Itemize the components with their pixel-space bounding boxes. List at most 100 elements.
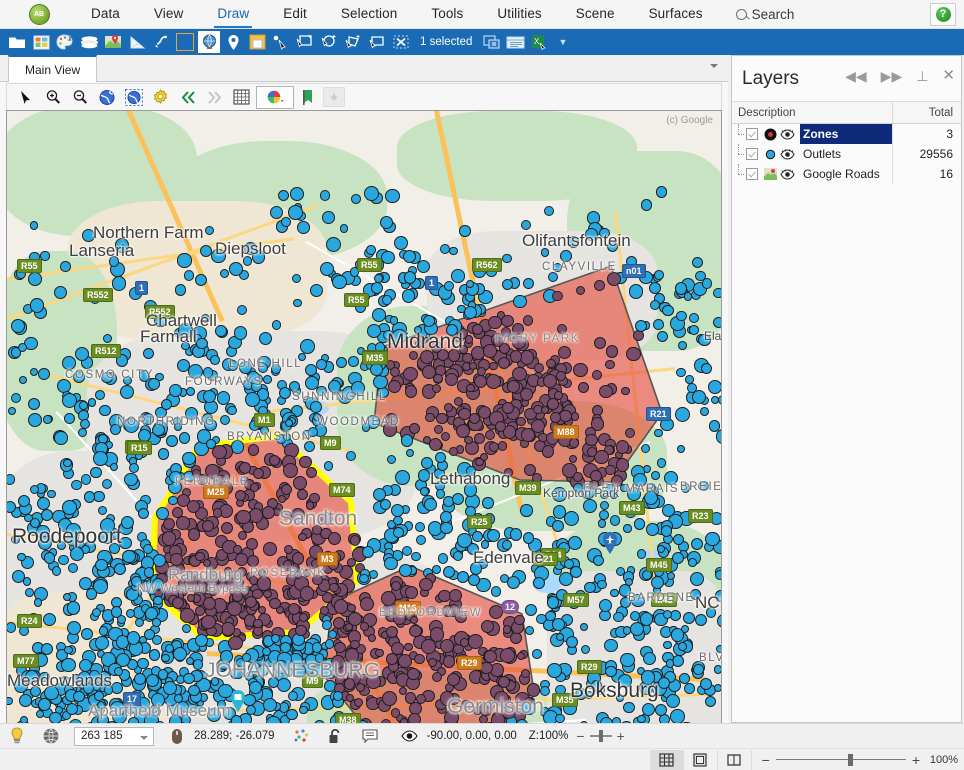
outlet-point[interactable] — [550, 412, 561, 423]
outlet-point[interactable] — [546, 663, 562, 679]
outlet-point[interactable] — [61, 356, 76, 370]
outlet-point[interactable] — [10, 318, 25, 333]
outlet-point[interactable] — [17, 553, 26, 562]
outlet-point[interactable] — [79, 401, 88, 410]
outlet-point[interactable] — [449, 247, 458, 256]
outlet-point[interactable] — [573, 362, 588, 377]
outlet-point[interactable] — [449, 447, 458, 456]
outlet-point[interactable] — [269, 205, 283, 219]
outlet-point[interactable] — [390, 581, 401, 592]
outlet-point[interactable] — [71, 479, 82, 491]
outlet-point[interactable] — [386, 653, 398, 665]
outlet-point[interactable] — [409, 624, 422, 637]
outlet-point[interactable] — [58, 554, 69, 566]
outlet-point[interactable] — [145, 607, 158, 620]
outlet-point[interactable] — [420, 456, 433, 469]
outlet-point[interactable] — [637, 714, 646, 723]
outlet-point[interactable] — [597, 519, 607, 528]
outlet-point[interactable] — [333, 641, 346, 654]
outlet-point[interactable] — [670, 709, 685, 725]
outlet-point[interactable] — [472, 531, 483, 542]
outlet-point[interactable] — [666, 693, 681, 708]
outlet-point[interactable] — [209, 355, 220, 366]
outlet-point[interactable] — [586, 446, 598, 457]
outlet-point[interactable] — [53, 286, 67, 300]
outlet-point[interactable] — [235, 509, 251, 525]
outlet-point[interactable] — [432, 383, 441, 393]
outlet-point[interactable] — [283, 462, 299, 478]
outlet-point[interactable] — [605, 345, 619, 358]
outlet-point[interactable] — [238, 461, 251, 474]
outlet-point[interactable] — [522, 278, 534, 290]
outlet-point[interactable] — [545, 358, 556, 369]
outlet-point[interactable] — [60, 260, 71, 272]
collapse-right-icon[interactable]: ▶▶ — [881, 69, 903, 83]
outlet-point[interactable] — [19, 693, 32, 707]
outlet-point[interactable] — [440, 511, 453, 523]
globe-icon[interactable] — [198, 31, 220, 53]
outlet-point[interactable] — [319, 190, 331, 201]
measure-triangle-icon[interactable] — [126, 31, 148, 53]
outlet-point[interactable] — [677, 340, 687, 350]
grid-view-icon[interactable] — [649, 749, 684, 770]
outlet-point[interactable] — [597, 579, 607, 590]
select-polygon-icon[interactable] — [342, 31, 364, 53]
outlet-point[interactable] — [233, 326, 248, 340]
outlet-point[interactable] — [482, 497, 494, 509]
outlet-point[interactable] — [488, 315, 502, 330]
outlet-point[interactable] — [298, 612, 308, 622]
outlet-point[interactable] — [411, 551, 421, 562]
outlet-point[interactable] — [67, 562, 78, 573]
detail-view-icon[interactable] — [684, 749, 718, 770]
layer-eye-icon[interactable] — [778, 127, 796, 141]
bottom-zoom-track[interactable] — [775, 753, 906, 766]
lightbulb-icon[interactable] — [0, 727, 34, 745]
outlet-point[interactable] — [33, 598, 42, 607]
menu-tools[interactable]: Tools — [414, 2, 480, 27]
outlet-point[interactable] — [381, 590, 397, 606]
route-curve-icon[interactable] — [150, 31, 172, 53]
outlet-point[interactable] — [541, 445, 555, 458]
annotation-icon[interactable] — [353, 728, 387, 744]
map-canvas[interactable]: R55R552R552R512R55R562n0111R55M39M1R21M8… — [6, 110, 722, 760]
outlet-point[interactable] — [212, 444, 227, 460]
menu-view[interactable]: View — [137, 2, 200, 27]
outlet-point[interactable] — [162, 531, 177, 546]
outlet-point[interactable] — [583, 499, 597, 514]
outlet-point[interactable] — [609, 515, 621, 526]
outlet-point[interactable] — [228, 635, 243, 651]
help-button[interactable]: ? — [930, 3, 956, 26]
outlet-point[interactable] — [177, 253, 192, 268]
outlet-point[interactable] — [263, 374, 273, 384]
outlet-point[interactable] — [7, 622, 17, 633]
outlet-point[interactable] — [249, 482, 259, 492]
outlet-point[interactable] — [339, 224, 349, 233]
outlet-point[interactable] — [390, 708, 401, 718]
collapse-left-icon[interactable]: ◀◀ — [845, 69, 867, 83]
outlet-point[interactable] — [585, 433, 598, 446]
outlet-point[interactable] — [38, 368, 51, 381]
outlet-point[interactable] — [543, 373, 558, 388]
points-icon[interactable] — [285, 729, 319, 743]
layer-row-outlets[interactable]: Outlets 29556 — [732, 144, 961, 164]
outlet-point[interactable] — [35, 710, 44, 719]
outlet-point[interactable] — [465, 335, 474, 344]
outlet-point[interactable] — [348, 356, 359, 367]
outlet-point[interactable] — [613, 611, 624, 623]
outlet-point[interactable] — [258, 332, 272, 346]
outlet-point[interactable] — [424, 498, 437, 511]
outlet-point[interactable] — [40, 251, 50, 261]
zoom-out-icon[interactable] — [67, 86, 92, 109]
layer-visibility-checkbox[interactable] — [746, 148, 758, 160]
palette-icon[interactable] — [54, 31, 76, 53]
layer-eye-icon[interactable] — [778, 147, 796, 161]
outlet-point[interactable] — [575, 285, 585, 295]
outlet-point[interactable] — [464, 436, 473, 445]
layer-row-google-roads[interactable]: Google Roads 16 — [732, 164, 961, 184]
outlet-point[interactable] — [356, 683, 365, 692]
outlet-point[interactable] — [483, 344, 497, 358]
outlet-point[interactable] — [283, 545, 293, 555]
outlet-point[interactable] — [329, 582, 339, 593]
menu-utilities[interactable]: Utilities — [480, 2, 558, 27]
outlet-point[interactable] — [594, 280, 606, 291]
